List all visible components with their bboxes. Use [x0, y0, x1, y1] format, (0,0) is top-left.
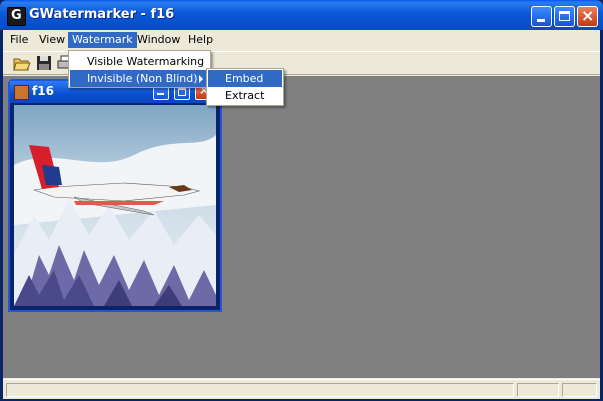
invisible-submenu: Embed Extract: [206, 68, 284, 106]
submenu-arrow-icon: [199, 75, 203, 83]
minimize-button[interactable]: [531, 6, 552, 27]
menu-extract[interactable]: Extract: [208, 87, 282, 104]
image-document-icon[interactable]: [14, 85, 29, 100]
menu-file[interactable]: File: [6, 32, 32, 48]
f16-jet-picture: [14, 105, 216, 306]
menu-help[interactable]: Help: [184, 32, 217, 48]
maximize-icon: [559, 11, 570, 21]
menu-bar: File View Watermark Window Help: [3, 30, 600, 50]
status-panel-3: [562, 383, 597, 397]
menu-item-label: Extract: [225, 89, 265, 102]
menu-view[interactable]: View: [35, 32, 69, 48]
menu-item-label: Embed: [225, 72, 264, 85]
title-bar[interactable]: GWatermarker - f16 ×: [0, 0, 603, 30]
status-panel-2: [517, 383, 559, 397]
status-bar: [3, 379, 600, 399]
child-window-title: f16: [32, 84, 54, 98]
save-disk-icon[interactable]: [35, 54, 53, 72]
window-title: GWatermarker - f16: [29, 7, 175, 22]
menu-item-label: Visible Watermarking: [87, 55, 205, 68]
main-window: GWatermarker - f16 × File View Watermark…: [0, 0, 603, 401]
app-icon[interactable]: [7, 7, 26, 26]
close-button[interactable]: ×: [577, 6, 598, 27]
maximize-button[interactable]: [554, 6, 575, 27]
minimize-icon: [537, 19, 545, 22]
open-folder-icon[interactable]: [13, 54, 31, 72]
menu-visible-watermarking[interactable]: Visible Watermarking: [70, 53, 209, 70]
menu-item-label: Invisible (Non Blind): [87, 72, 198, 85]
mdi-workspace[interactable]: f16 ×: [3, 76, 600, 378]
menu-invisible-non-blind[interactable]: Invisible (Non Blind): [70, 70, 209, 87]
status-panel-main: [6, 383, 514, 397]
menu-embed[interactable]: Embed: [208, 70, 282, 87]
close-icon: ×: [581, 6, 595, 25]
maximize-icon: [178, 88, 186, 96]
menu-watermark[interactable]: Watermark: [68, 32, 137, 48]
minimize-icon: [157, 93, 164, 95]
menu-window[interactable]: Window: [133, 32, 184, 48]
child-window-f16[interactable]: f16 ×: [8, 79, 222, 312]
f16-jet-image: [14, 105, 216, 306]
watermark-dropdown: Visible Watermarking Invisible (Non Blin…: [68, 50, 211, 88]
